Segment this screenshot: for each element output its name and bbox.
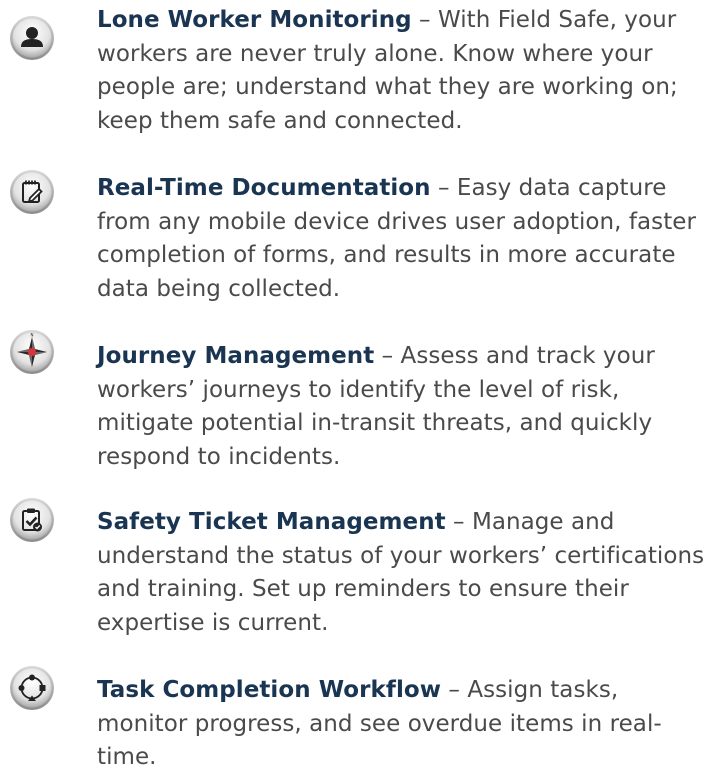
feature-text: Task Completion Workflow – Assign tasks,… bbox=[97, 674, 709, 775]
clipboard-check-icon bbox=[8, 496, 56, 544]
feature-text: Real-Time Documentation – Easy data capt… bbox=[97, 172, 709, 306]
feature-title: Real-Time Documentation bbox=[97, 175, 431, 201]
feature-separator: – bbox=[430, 175, 457, 201]
lone-worker-person-icon bbox=[8, 14, 56, 62]
documentation-notepad-icon bbox=[8, 168, 56, 216]
feature-separator: – bbox=[441, 677, 468, 703]
feature-text: Safety Ticket Management – Manage and un… bbox=[97, 506, 709, 640]
compass-icon: N bbox=[8, 328, 56, 376]
feature-title: Lone Worker Monitoring bbox=[97, 7, 412, 33]
feature-separator: – bbox=[445, 509, 472, 535]
workflow-cycle-icon bbox=[8, 664, 56, 712]
feature-title: Task Completion Workflow bbox=[97, 677, 442, 703]
feature-separator: – bbox=[374, 343, 401, 369]
compass-letter: N bbox=[31, 333, 34, 338]
feature-separator: – bbox=[411, 7, 438, 33]
feature-title: Journey Management bbox=[97, 343, 375, 369]
feature-text: Journey Management – Assess and track yo… bbox=[97, 340, 709, 474]
feature-title: Safety Ticket Management bbox=[97, 509, 446, 535]
feature-text: Lone Worker Monitoring – With Field Safe… bbox=[97, 4, 709, 138]
